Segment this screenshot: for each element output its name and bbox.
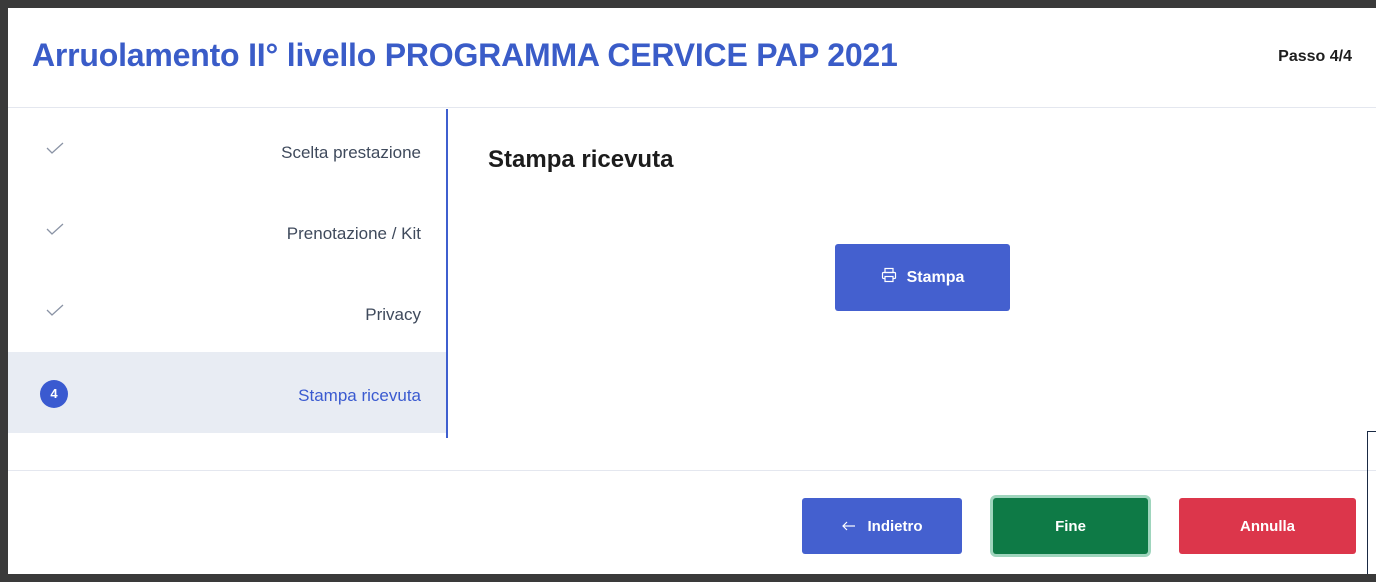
focus-outline [1367,431,1368,574]
footer-divider [8,470,1376,471]
back-button[interactable]: Indietro [802,498,962,554]
step-prenotazione-kit[interactable]: Prenotazione / Kit [8,190,446,271]
section-title: Stampa ricevuta [488,146,674,173]
check-icon [46,142,64,154]
step-content: Stampa ricevuta Stampa [448,109,1376,438]
step-stampa-ricevuta[interactable]: 4 Stampa ricevuta [8,352,446,433]
step-label: Scelta prestazione [281,143,421,162]
step-sidebar: Scelta prestazione Prenotazione / Kit Pr… [8,109,448,438]
arrow-left-icon [841,518,856,535]
step-label: Stampa ricevuta [298,386,421,405]
cancel-button-label: Annulla [1240,517,1295,535]
step-label: Privacy [365,305,421,324]
focus-outline-tick [1367,431,1376,432]
step-privacy[interactable]: Privacy [8,271,446,352]
finish-button[interactable]: Fine [993,498,1148,554]
step-scelta-prestazione[interactable]: Scelta prestazione [8,109,446,190]
cancel-button[interactable]: Annulla [1179,498,1356,554]
print-button-label: Stampa [906,268,965,286]
check-icon [46,223,64,235]
check-icon [46,304,64,316]
dialog: Arruolamento II° livello PROGRAMMA CERVI… [8,8,1376,574]
step-number-badge: 4 [40,380,68,408]
finish-button-label: Fine [1055,517,1086,535]
step-label: Prenotazione / Kit [286,224,421,243]
page-title: Arruolamento II° livello PROGRAMMA CERVI… [32,37,898,73]
dialog-header: Arruolamento II° livello PROGRAMMA CERVI… [8,8,1376,108]
back-button-label: Indietro [867,517,923,535]
printer-icon [881,267,897,288]
step-counter: Passo 4/4 [1278,48,1352,65]
print-button[interactable]: Stampa [835,244,1010,311]
